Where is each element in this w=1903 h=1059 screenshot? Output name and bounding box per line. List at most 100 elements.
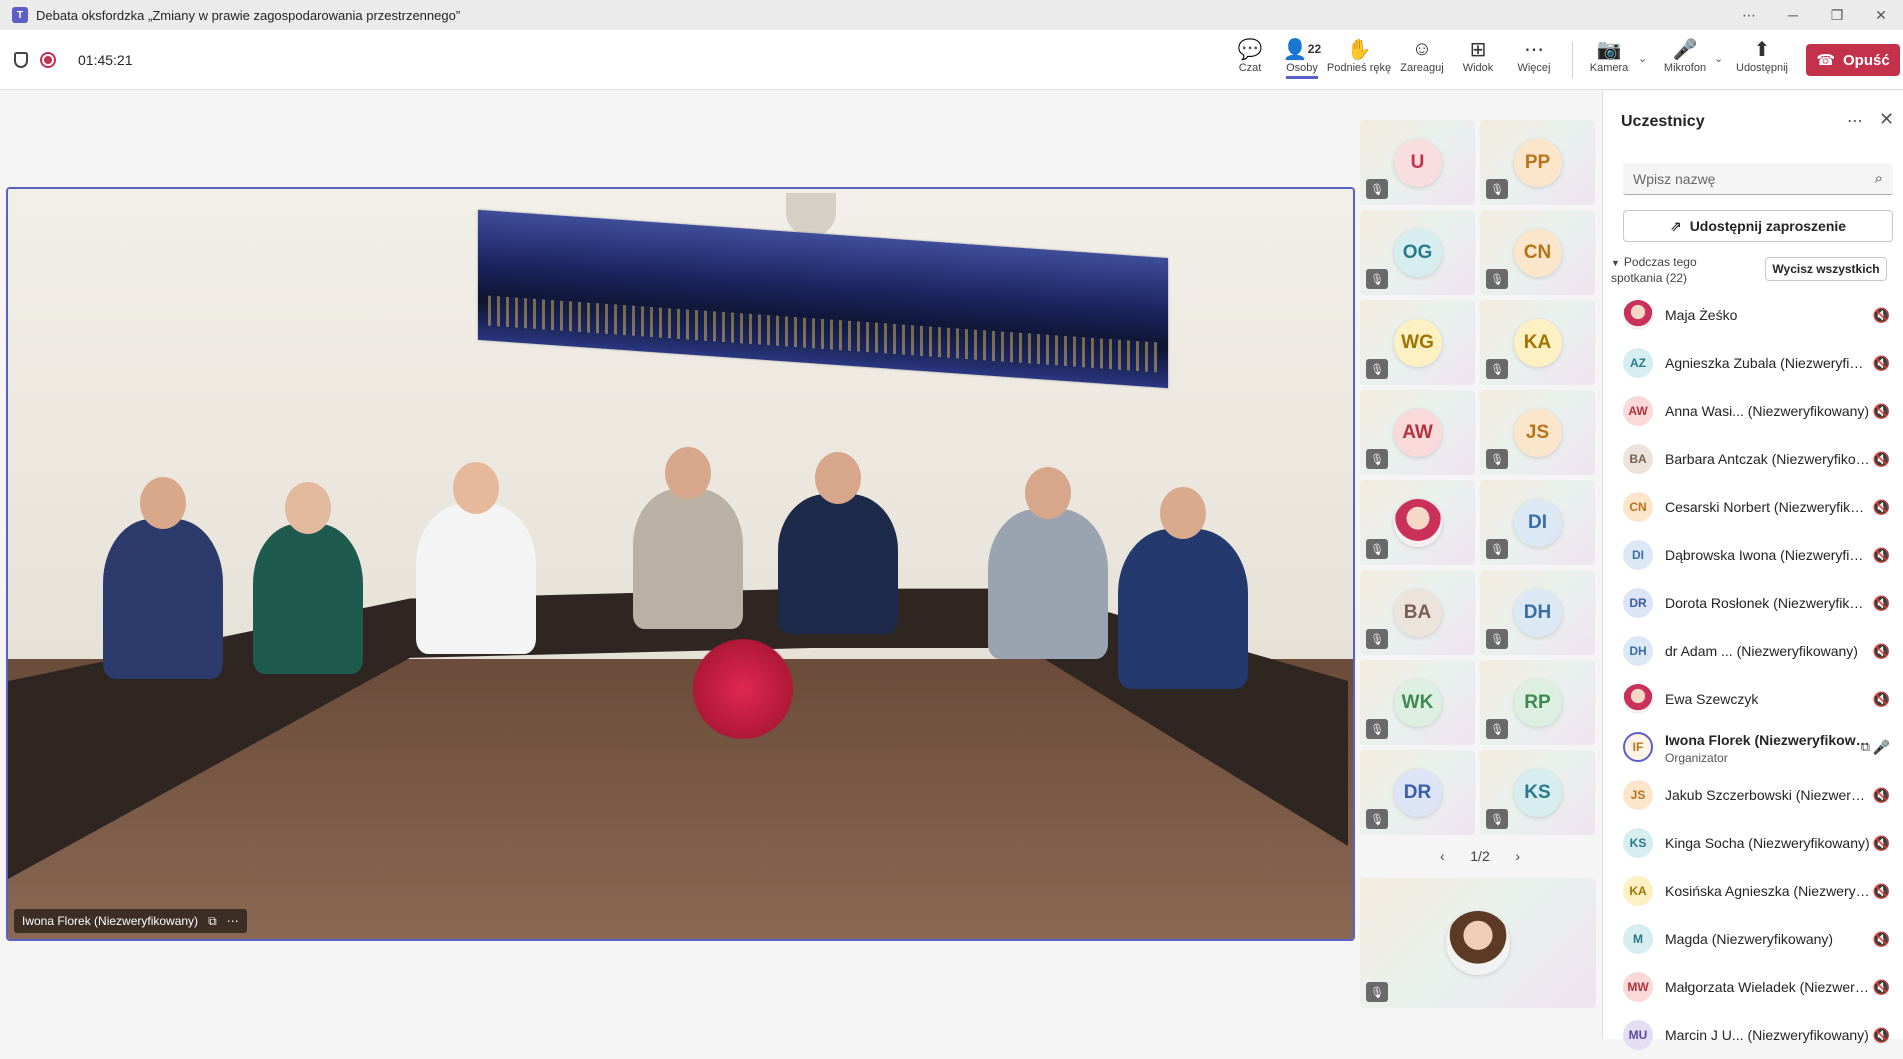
participant-tile[interactable]: RP 🎙 bbox=[1480, 660, 1595, 745]
participant-tile[interactable]: KS 🎙 bbox=[1480, 750, 1595, 835]
participant-tile[interactable]: U 🎙 bbox=[1360, 120, 1475, 205]
toolbar-divider bbox=[1572, 42, 1573, 78]
participant-tile[interactable]: CN 🎙 bbox=[1480, 210, 1595, 295]
participant-tile[interactable]: KA 🎙 bbox=[1480, 300, 1595, 385]
tile-more-icon[interactable]: ⋯ bbox=[227, 914, 239, 928]
mic-muted-icon[interactable]: 🔇 bbox=[1873, 691, 1890, 708]
mic-muted-icon[interactable]: 🔇 bbox=[1873, 451, 1890, 468]
participant-row[interactable]: AW Anna Wasi... (Niezweryfikowany) 🔇 bbox=[1603, 387, 1903, 435]
share-label: Udostępnij bbox=[1736, 62, 1788, 74]
collapse-triangle-icon: ▼ bbox=[1611, 258, 1620, 268]
camera-button[interactable]: 📷 Kamera bbox=[1584, 36, 1634, 86]
close-window-button[interactable]: ✕ bbox=[1859, 7, 1903, 24]
participant-row[interactable]: IF Iwona Florek (Niezweryfikowany) Organiz… bbox=[1603, 723, 1903, 771]
leave-button[interactable]: ☎ Opuść bbox=[1806, 44, 1900, 76]
participant-name: Małgorzata Wieladek (Niezweryfikowany) bbox=[1665, 979, 1870, 995]
participant-avatar: JS bbox=[1513, 408, 1562, 457]
participant-row[interactable]: MW Małgorzata Wieladek (Niezweryfikowany)… bbox=[1603, 963, 1903, 1011]
react-button[interactable]: ☺ Zareaguj bbox=[1398, 36, 1446, 86]
mic-muted-icon[interactable]: 🔇 bbox=[1873, 643, 1890, 660]
mic-muted-icon[interactable]: 🔇 bbox=[1873, 835, 1890, 852]
chat-label: Czat bbox=[1238, 62, 1262, 74]
mic-muted-icon[interactable]: 🔇 bbox=[1873, 307, 1890, 324]
meeting-timer: 01:45:21 bbox=[78, 52, 133, 68]
participant-name: Ewa Szewczyk bbox=[1665, 691, 1759, 707]
participant-avatar: KS bbox=[1513, 768, 1562, 817]
chevron-right-icon[interactable]: › bbox=[1515, 848, 1520, 864]
participant-row[interactable]: KS Kinga Socha (Niezweryfikowany) 🔇 bbox=[1603, 819, 1903, 867]
mic-button[interactable]: 🎤 Mikrofon bbox=[1658, 36, 1712, 86]
participant-tile[interactable]: 🎙 bbox=[1360, 480, 1475, 565]
section-header[interactable]: ▼ Podczas tego spotkania (22) bbox=[1611, 255, 1751, 286]
participant-figure bbox=[988, 467, 1108, 659]
participant-tile[interactable]: DI 🎙 bbox=[1480, 480, 1595, 565]
participant-row[interactable]: BA Barbara Antczak (Niezweryfikowany)🔇 bbox=[1603, 435, 1903, 483]
panel-more-icon[interactable]: ⋯ bbox=[1847, 111, 1863, 131]
smile-icon: ☺ bbox=[1411, 37, 1433, 60]
mic-muted-icon[interactable]: 🔇 bbox=[1873, 787, 1890, 804]
view-button[interactable]: ⊞ Widok bbox=[1456, 36, 1500, 86]
more-button[interactable]: ⋯ Więcej bbox=[1512, 36, 1556, 86]
mic-on-icon[interactable]: 🎤 bbox=[1873, 739, 1890, 756]
mic-muted-icon[interactable]: 🔇 bbox=[1873, 499, 1890, 516]
participant-tile[interactable]: AW 🎙 bbox=[1360, 390, 1475, 475]
mic-muted-icon[interactable]: 🔇 bbox=[1873, 595, 1890, 612]
minimize-button[interactable]: ─ bbox=[1771, 7, 1815, 23]
participant-tile[interactable]: PP 🎙 bbox=[1480, 120, 1595, 205]
mic-muted-icon[interactable]: 🔇 bbox=[1873, 547, 1890, 564]
participant-name: Anna Wasi... (Niezweryfikowany) bbox=[1665, 403, 1870, 419]
people-button[interactable]: 👤 22 Osoby bbox=[1276, 36, 1328, 86]
restore-button[interactable]: ❐ bbox=[1815, 7, 1859, 24]
mic-options-chevron-icon[interactable]: ⌄ bbox=[1714, 52, 1723, 65]
participant-tile[interactable]: OG 🎙 bbox=[1360, 210, 1475, 295]
participant-row[interactable]: AZ Agnieszka Zubala (Niezweryfikowany)🔇 bbox=[1603, 339, 1903, 387]
mic-muted-icon[interactable]: 🔇 bbox=[1873, 979, 1890, 996]
participant-tile[interactable]: DH 🎙 bbox=[1480, 570, 1595, 655]
participant-tile[interactable]: WG 🎙 bbox=[1360, 300, 1475, 385]
mic-muted-icon: 🎙 bbox=[1366, 719, 1388, 739]
participant-avatar bbox=[1623, 684, 1653, 714]
mic-muted-icon[interactable]: 🔇 bbox=[1873, 403, 1890, 420]
share-invite-button[interactable]: ⇗ Udostępnij zaproszenie bbox=[1623, 210, 1893, 242]
participant-tile[interactable]: DR 🎙 bbox=[1360, 750, 1475, 835]
participant-avatar: BA bbox=[1623, 444, 1653, 474]
mic-muted-icon: 🎙 bbox=[1366, 629, 1388, 649]
participant-row[interactable]: DH dr Adam ... (Niezweryfikowany) 🔇 bbox=[1603, 627, 1903, 675]
participant-row[interactable]: DI Dąbrowska Iwona (Niezweryfikowany)🔇 bbox=[1603, 531, 1903, 579]
share-button[interactable]: ⬆ Udostępnij bbox=[1734, 36, 1790, 86]
participant-row[interactable]: Maja Żeśko 🔇 bbox=[1603, 291, 1903, 339]
chevron-left-icon[interactable]: ‹ bbox=[1440, 848, 1445, 864]
react-label: Zareaguj bbox=[1400, 62, 1444, 74]
camera-options-chevron-icon[interactable]: ⌄ bbox=[1638, 52, 1647, 65]
participant-row[interactable]: M Magda (Niezweryfikowany) 🔇 bbox=[1603, 915, 1903, 963]
participant-row[interactable]: KA Kosińska Agnieszka (Niezweryfikowany)🔇 bbox=[1603, 867, 1903, 915]
participant-avatar: MW bbox=[1623, 972, 1653, 1002]
participant-row[interactable]: JS Jakub Szczerbowski (Niezweryfikowany)🔇 bbox=[1603, 771, 1903, 819]
participant-avatar bbox=[1393, 498, 1442, 547]
participant-tile[interactable]: BA 🎙 bbox=[1360, 570, 1475, 655]
raise-hand-button[interactable]: ✋ Podnieś rękę bbox=[1326, 36, 1392, 86]
window-title: Debata oksfordzka „Zmiany w prawie zagos… bbox=[36, 7, 461, 23]
mute-all-button[interactable]: Wycisz wszystkich bbox=[1765, 257, 1887, 281]
participant-row[interactable]: CN Cesarski Norbert (Niezweryfikowany)🔇 bbox=[1603, 483, 1903, 531]
chat-button[interactable]: 💬 Czat bbox=[1226, 36, 1274, 86]
search-input[interactable]: Wpisz nazwę ⌕ bbox=[1623, 163, 1893, 195]
mic-muted-icon[interactable]: 🔇 bbox=[1873, 931, 1890, 948]
self-view-tile[interactable]: 🎙 bbox=[1360, 878, 1596, 1008]
participant-tile[interactable]: JS 🎙 bbox=[1480, 390, 1595, 475]
close-icon[interactable]: ✕ bbox=[1879, 109, 1894, 130]
mic-muted-icon[interactable]: 🔇 bbox=[1873, 355, 1890, 372]
main-video-stage[interactable]: Iwona Florek (Niezweryfikowany) ⧉ ⋯ bbox=[6, 187, 1355, 941]
participant-avatar: WK bbox=[1393, 678, 1442, 727]
participant-name: dr Adam ... (Niezweryfikowany) bbox=[1665, 643, 1858, 659]
participant-row[interactable]: MU Marcin J U... (Niezweryfikowany) 🔇 bbox=[1603, 1011, 1903, 1059]
search-placeholder: Wpisz nazwę bbox=[1633, 170, 1716, 187]
screen-share-icon: ⧉ bbox=[208, 913, 217, 928]
participant-row[interactable]: DR Dorota Rosłonek (Niezweryfikowany)🔇 bbox=[1603, 579, 1903, 627]
more-options-icon[interactable]: ⋯ bbox=[1727, 7, 1771, 24]
mic-muted-icon[interactable]: 🔇 bbox=[1873, 1027, 1890, 1044]
participant-tile[interactable]: WK 🎙 bbox=[1360, 660, 1475, 745]
mic-muted-icon[interactable]: 🔇 bbox=[1873, 883, 1890, 900]
participant-name: Kosińska Agnieszka (Niezweryfikowany) bbox=[1665, 883, 1870, 899]
participant-row[interactable]: Ewa Szewczyk 🔇 bbox=[1603, 675, 1903, 723]
